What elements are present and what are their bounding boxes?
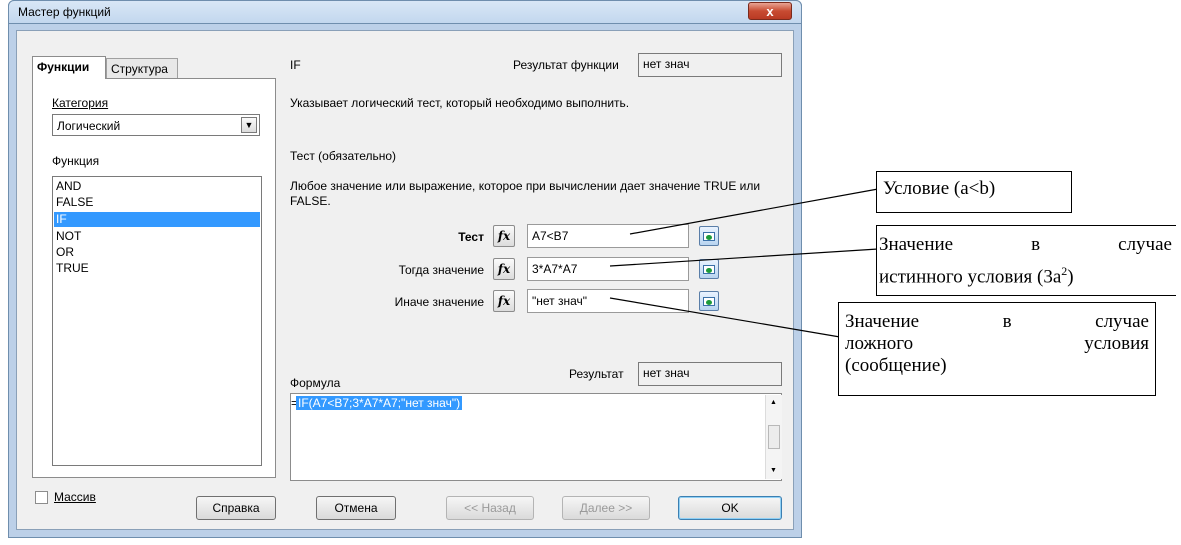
annotation-false-value: Значение в случае ложного условия (сообщ…: [838, 302, 1156, 396]
callout-line-false: [609, 297, 841, 338]
annotation-false-w4: ложного: [845, 333, 914, 354]
annotation-false-w5: условия: [1084, 333, 1149, 354]
callout-line-condition: [629, 188, 879, 235]
annotation-true-w3: случае: [1118, 234, 1172, 255]
annotation-false-w2: в: [1002, 311, 1012, 332]
annotation-true-close: ): [1067, 266, 1074, 288]
annotation-false-w1: Значение: [845, 311, 920, 332]
annotation-true-w1: Значение: [879, 234, 954, 255]
annotation-condition: Условие (a<b): [876, 171, 1072, 213]
annotation-true-w2: в: [1031, 234, 1041, 255]
annotation-true-line2: истинного условия (3a: [879, 266, 1062, 288]
callout-line-true: [609, 248, 879, 267]
annotation-false-w3: случае: [1095, 311, 1149, 332]
annotation-false-line3: (сообщение): [845, 355, 947, 376]
annotation-true-value: Значение в случае истинного условия (3a2…: [876, 225, 1176, 296]
annotation-condition-text: Условие (a<b): [883, 178, 996, 199]
